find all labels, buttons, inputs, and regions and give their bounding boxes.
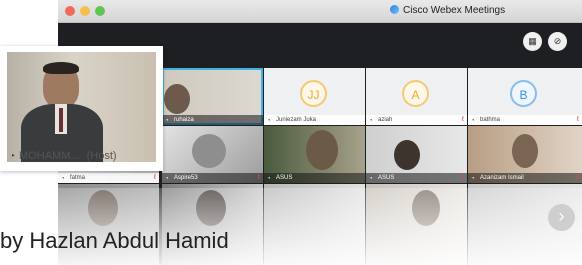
- participant-tile-juniezam-juka[interactable]: JJ ◔ Juniezam Juka: [264, 68, 365, 125]
- participant-avatar: B: [510, 80, 537, 107]
- network-icon: ◔: [369, 118, 373, 124]
- participant-name: Juniezam Juka: [276, 117, 317, 123]
- participant-name: ASUS: [378, 175, 395, 181]
- host-video-panel[interactable]: ◔ MOHAMM... (Host): [0, 46, 163, 171]
- participant-name-plate: ◔ ASUS ℓ: [366, 173, 467, 183]
- muted-mic-icon: ℓ: [461, 116, 464, 123]
- pin-icon: ⊘: [553, 36, 562, 46]
- pin-button[interactable]: ⊘: [548, 32, 567, 51]
- muted-mic-icon: ℓ: [576, 116, 579, 123]
- participant-avatar: JJ: [300, 80, 327, 107]
- chevron-right-icon: ›: [558, 206, 565, 226]
- participant-tile-azanizam-ismail[interactable]: ◔ Azanizam Ismail ℓ: [468, 126, 582, 183]
- network-icon: ◔: [165, 176, 169, 182]
- participant-name-plate: ◔ Azanizam Ismail ℓ: [468, 173, 582, 183]
- participant-tile-aziah[interactable]: A ◔ aziah ℓ: [366, 68, 467, 125]
- grid-layout-icon: ▦: [528, 36, 537, 46]
- window-title-text: Cisco Webex Meetings: [403, 5, 506, 16]
- participant-name-plate: ◔ Aspire53 ℓ: [162, 173, 263, 183]
- participant-name: ASUS: [276, 175, 293, 181]
- host-role: (Host): [86, 150, 117, 162]
- muted-mic-icon: ℓ: [461, 174, 464, 181]
- participant-tile-ruhaiza[interactable]: ◔ ruhaiza: [162, 68, 263, 125]
- participant-tile-aspire53[interactable]: ◔ Aspire53 ℓ: [162, 126, 263, 183]
- participant-name: ruhaiza: [174, 117, 194, 123]
- participant-name: Azanizam Ismail: [480, 175, 524, 181]
- participant-name-plate: ◔ Juniezam Juka: [264, 115, 365, 125]
- participant-name: fatma: [70, 175, 86, 181]
- host-video: [7, 52, 156, 162]
- participant-tile-asus-2[interactable]: ◔ ASUS ℓ: [366, 126, 467, 183]
- participant-name: Aspire53: [174, 175, 198, 181]
- host-name-plate: ◔ MOHAMM... (Host): [7, 150, 156, 164]
- close-window-button[interactable]: [65, 6, 75, 16]
- network-icon: ◔: [471, 118, 475, 124]
- participant-name-plate: ◔ fatma ℓ: [58, 173, 159, 183]
- participant-tile-bathma[interactable]: B ◔ bathma ℓ: [468, 68, 582, 125]
- participant-name-plate: ◔ ASUS: [264, 173, 365, 183]
- participant-name-plate: ◔ bathma ℓ: [468, 115, 582, 125]
- participant-avatar: A: [402, 80, 429, 107]
- network-icon: ◔: [369, 176, 373, 182]
- muted-mic-icon: ℓ: [576, 174, 579, 181]
- host-name: MOHAMM...: [19, 150, 80, 162]
- network-icon: ◔: [471, 176, 475, 182]
- muted-mic-icon: ℓ: [153, 174, 156, 181]
- photo-credit: by Hazlan Abdul Hamid: [0, 228, 229, 253]
- network-icon: ◔: [165, 118, 169, 124]
- next-page-button[interactable]: ›: [548, 204, 575, 231]
- participant-name-plate: ◔ aziah ℓ: [366, 115, 467, 125]
- window-title: Cisco Webex Meetings: [390, 5, 505, 16]
- network-icon: ◔: [267, 176, 271, 182]
- zoom-window-button[interactable]: [95, 6, 105, 16]
- network-icon: ◔: [61, 176, 65, 182]
- network-icon: ◔: [9, 151, 16, 162]
- participant-name: aziah: [378, 117, 393, 123]
- network-icon: ◔: [267, 118, 271, 124]
- grid-layout-button[interactable]: ▦: [523, 32, 542, 51]
- participant-name-plate: ◔ ruhaiza: [162, 115, 263, 125]
- title-bar: Cisco Webex Meetings: [58, 0, 582, 23]
- webex-logo-icon: [390, 5, 399, 14]
- participant-tile-asus-1[interactable]: ◔ ASUS: [264, 126, 365, 183]
- participant-name: bathma: [480, 117, 501, 123]
- minimize-window-button[interactable]: [80, 6, 90, 16]
- muted-mic-icon: ℓ: [257, 174, 260, 181]
